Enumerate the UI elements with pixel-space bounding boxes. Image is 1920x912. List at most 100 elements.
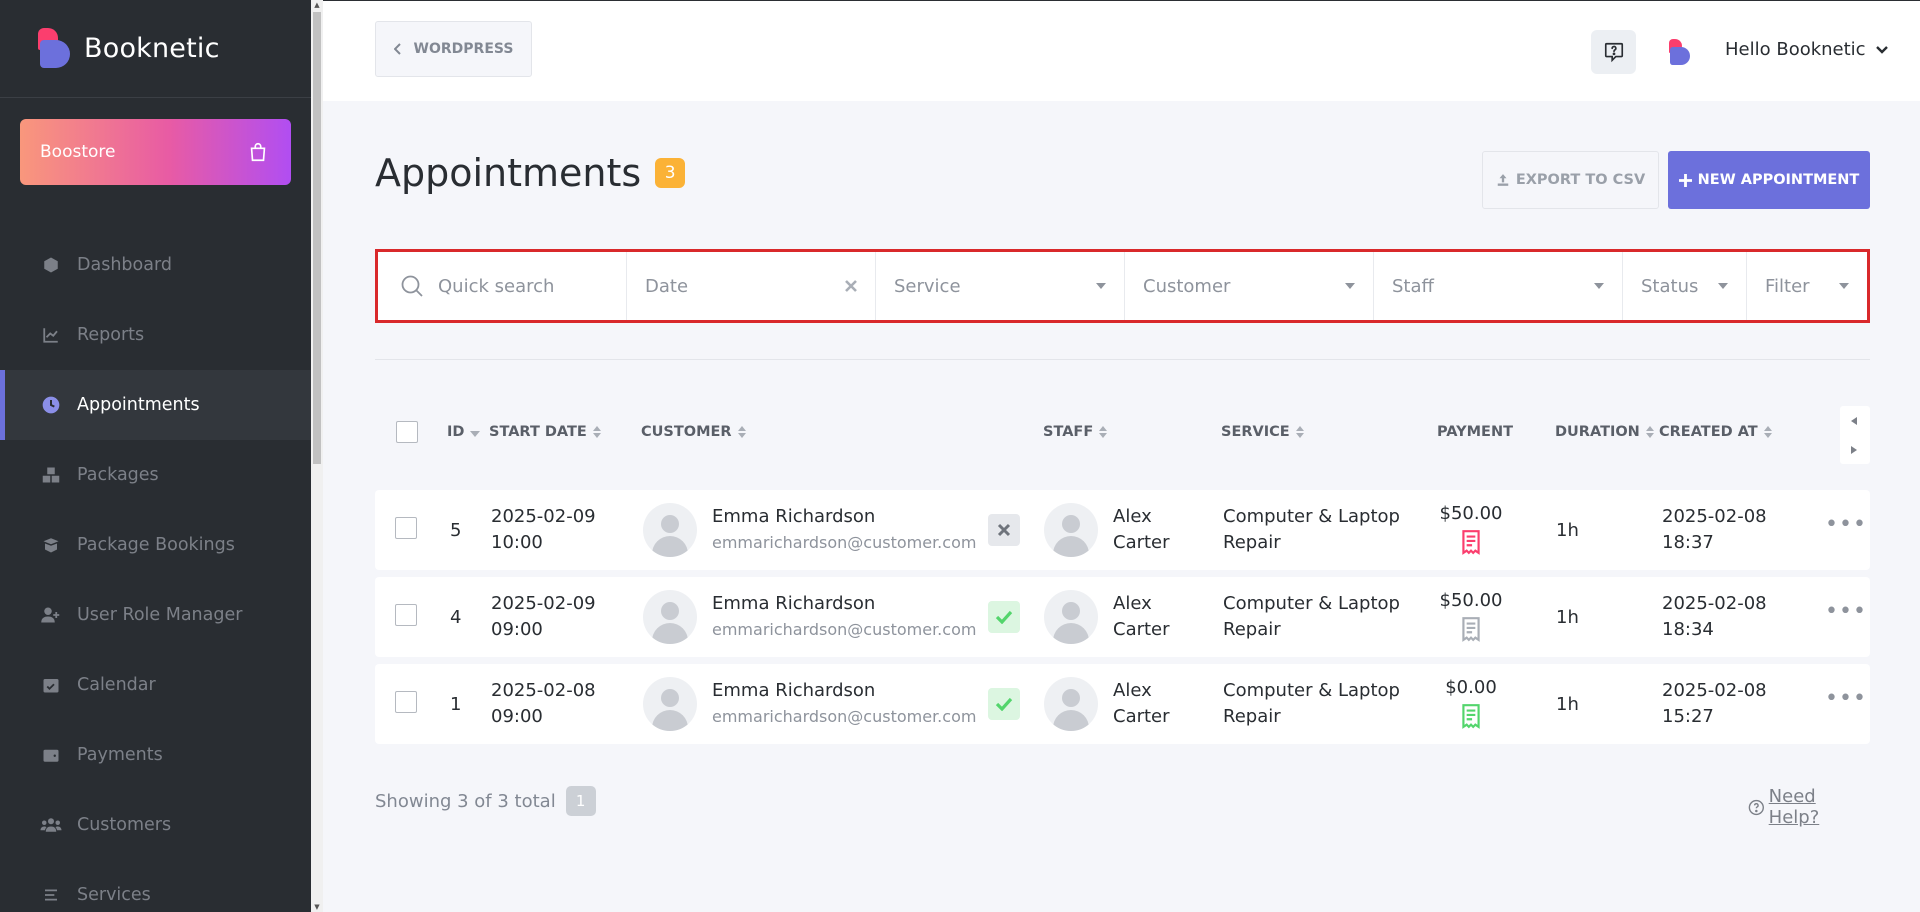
sidebar-item-customers[interactable]: Customers <box>0 790 311 860</box>
staff-avatar <box>1044 590 1098 644</box>
select-all-checkbox[interactable] <box>396 421 418 443</box>
sidebar-item-reports[interactable]: Reports <box>0 300 311 370</box>
sidebar-item-packages[interactable]: Packages <box>0 440 311 510</box>
sidebar-item-package-bookings[interactable]: Package Bookings <box>0 510 311 580</box>
customer-info[interactable]: Emma Richardson emmarichardson@customer.c… <box>712 678 976 730</box>
start-date-day: 2025-02-09 <box>491 593 596 614</box>
row-actions-more-icon[interactable]: ••• <box>1825 686 1867 711</box>
scroll-left-arrow-icon[interactable] <box>1851 417 1857 425</box>
service-line-1: Computer & Laptop <box>1223 593 1400 614</box>
brand-name: Booknetic <box>84 33 220 64</box>
status-filter-select[interactable]: Status <box>1623 252 1747 320</box>
page-number-button[interactable]: 1 <box>565 786 596 816</box>
sidebar-item-label: Payments <box>77 745 163 765</box>
quick-search-input[interactable]: Quick search <box>378 252 627 320</box>
wallet-icon <box>40 744 62 766</box>
staff-name: Alex Carter <box>1113 678 1170 730</box>
back-label: WORDPRESS <box>413 41 514 57</box>
sidebar-item-services[interactable]: Services <box>0 860 311 912</box>
plus-icon <box>1678 173 1692 187</box>
user-menu-dropdown[interactable]: Hello Booknetic <box>1725 39 1888 60</box>
customer-filter-select[interactable]: Customer <box>1125 252 1374 320</box>
scroll-up-arrow-icon[interactable]: ▲ <box>311 0 323 10</box>
row-actions-more-icon[interactable]: ••• <box>1825 599 1867 624</box>
service-line-2: Repair <box>1223 532 1281 553</box>
sidebar-item-label: Appointments <box>77 395 200 415</box>
need-help-link[interactable]: Need Help? <box>1748 786 1870 828</box>
service-name: Computer & Laptop Repair <box>1223 591 1400 643</box>
upload-icon <box>1497 174 1509 186</box>
appointment-id: 5 <box>450 520 462 541</box>
header-label: SERVICE <box>1221 424 1290 440</box>
sidebar-item-appointments[interactable]: Appointments <box>0 370 311 440</box>
payment-cell[interactable]: $50.00 <box>1431 588 1511 642</box>
clear-x-icon[interactable] <box>845 280 857 292</box>
column-header-service[interactable]: SERVICE <box>1221 424 1304 440</box>
payment-cell[interactable]: $0.00 <box>1431 675 1511 729</box>
header-label: PAYMENT <box>1437 424 1513 440</box>
column-header-start-date[interactable]: START DATE <box>489 424 601 440</box>
column-header-payment: PAYMENT <box>1437 424 1513 440</box>
customer-email: emmarichardson@customer.com <box>712 533 977 552</box>
more-filter-select[interactable]: Filter <box>1747 252 1867 320</box>
table-row[interactable]: 1 2025-02-08 09:00 Emma Richardson emmaric… <box>375 664 1870 744</box>
receipt-not-paid-icon <box>1462 617 1480 642</box>
back-to-wordpress-button[interactable]: WORDPRESS <box>375 21 532 77</box>
start-date-time: 09:00 <box>491 706 543 727</box>
customer-email: emmarichardson@customer.com <box>712 707 977 726</box>
header-label: DURATION <box>1555 424 1640 440</box>
x-icon <box>997 523 1011 537</box>
sidebar-item-calendar[interactable]: Calendar <box>0 650 311 720</box>
start-date-day: 2025-02-09 <box>491 506 596 527</box>
payment-cell[interactable]: $50.00 <box>1431 501 1511 555</box>
new-appointment-button[interactable]: NEW APPOINTMENT <box>1668 151 1870 209</box>
service-filter-select[interactable]: Service <box>876 252 1125 320</box>
sidebar-item-dashboard[interactable]: Dashboard <box>0 230 311 300</box>
pagination-summary: Showing 3 of 3 total 1 <box>375 786 596 816</box>
staff-filter-select[interactable]: Staff <box>1374 252 1623 320</box>
sidebar-item-payments[interactable]: Payments <box>0 720 311 790</box>
created-time: 18:34 <box>1662 619 1714 640</box>
staff-last-name: Carter <box>1113 532 1170 553</box>
duration: 1h <box>1556 520 1579 541</box>
sort-icon <box>1295 426 1304 438</box>
table-scroll-arrows[interactable] <box>1840 406 1870 464</box>
user-avatar-logo-icon[interactable] <box>1669 39 1691 65</box>
created-at: 2025-02-08 18:34 <box>1662 591 1767 643</box>
column-header-customer[interactable]: CUSTOMER <box>641 424 746 440</box>
date-placeholder: Date <box>645 275 689 297</box>
boostore-button[interactable]: Boostore <box>20 119 291 185</box>
scrollbar-thumb[interactable] <box>313 12 321 464</box>
date-filter[interactable]: Date <box>627 252 876 320</box>
scroll-down-arrow-icon[interactable]: ▼ <box>311 902 323 912</box>
table-row[interactable]: 5 2025-02-09 10:00 Emma Richardson emmaric… <box>375 490 1870 570</box>
user-greeting: Hello Booknetic <box>1725 39 1866 60</box>
start-date-time: 09:00 <box>491 619 543 640</box>
column-header-staff[interactable]: STAFF <box>1043 424 1108 440</box>
status-canceled-badge <box>988 514 1020 546</box>
staff-first-name: Alex <box>1113 506 1152 527</box>
chevron-down-icon <box>1875 45 1888 54</box>
row-checkbox[interactable] <box>395 691 417 713</box>
customer-info[interactable]: Emma Richardson emmarichardson@customer.c… <box>712 504 976 556</box>
sidebar-item-user-role-manager[interactable]: User Role Manager <box>0 580 311 650</box>
scroll-right-arrow-icon[interactable] <box>1851 446 1857 454</box>
payment-amount: $0.00 <box>1445 677 1497 698</box>
sidebar-scrollbar[interactable]: ▲ ▼ <box>311 0 323 912</box>
column-header-duration[interactable]: DURATION <box>1555 424 1654 440</box>
start-date: 2025-02-09 10:00 <box>491 504 596 556</box>
help-label: Need Help? <box>1768 786 1820 828</box>
export-csv-button[interactable]: EXPORT TO CSV <box>1482 151 1659 209</box>
start-date: 2025-02-08 09:00 <box>491 678 596 730</box>
chevron-left-icon <box>393 43 401 55</box>
customer-info[interactable]: Emma Richardson emmarichardson@customer.c… <box>712 591 976 643</box>
row-checkbox[interactable] <box>395 517 417 539</box>
row-actions-more-icon[interactable]: ••• <box>1825 512 1867 537</box>
help-button[interactable] <box>1591 30 1636 74</box>
column-header-created-at[interactable]: CREATED AT <box>1659 424 1772 440</box>
row-checkbox[interactable] <box>395 604 417 626</box>
created-time: 15:27 <box>1662 706 1714 727</box>
column-header-id[interactable]: ID <box>447 424 481 440</box>
brand-logo[interactable]: Booknetic <box>0 0 311 98</box>
table-row[interactable]: 4 2025-02-09 09:00 Emma Richardson emmaric… <box>375 577 1870 657</box>
